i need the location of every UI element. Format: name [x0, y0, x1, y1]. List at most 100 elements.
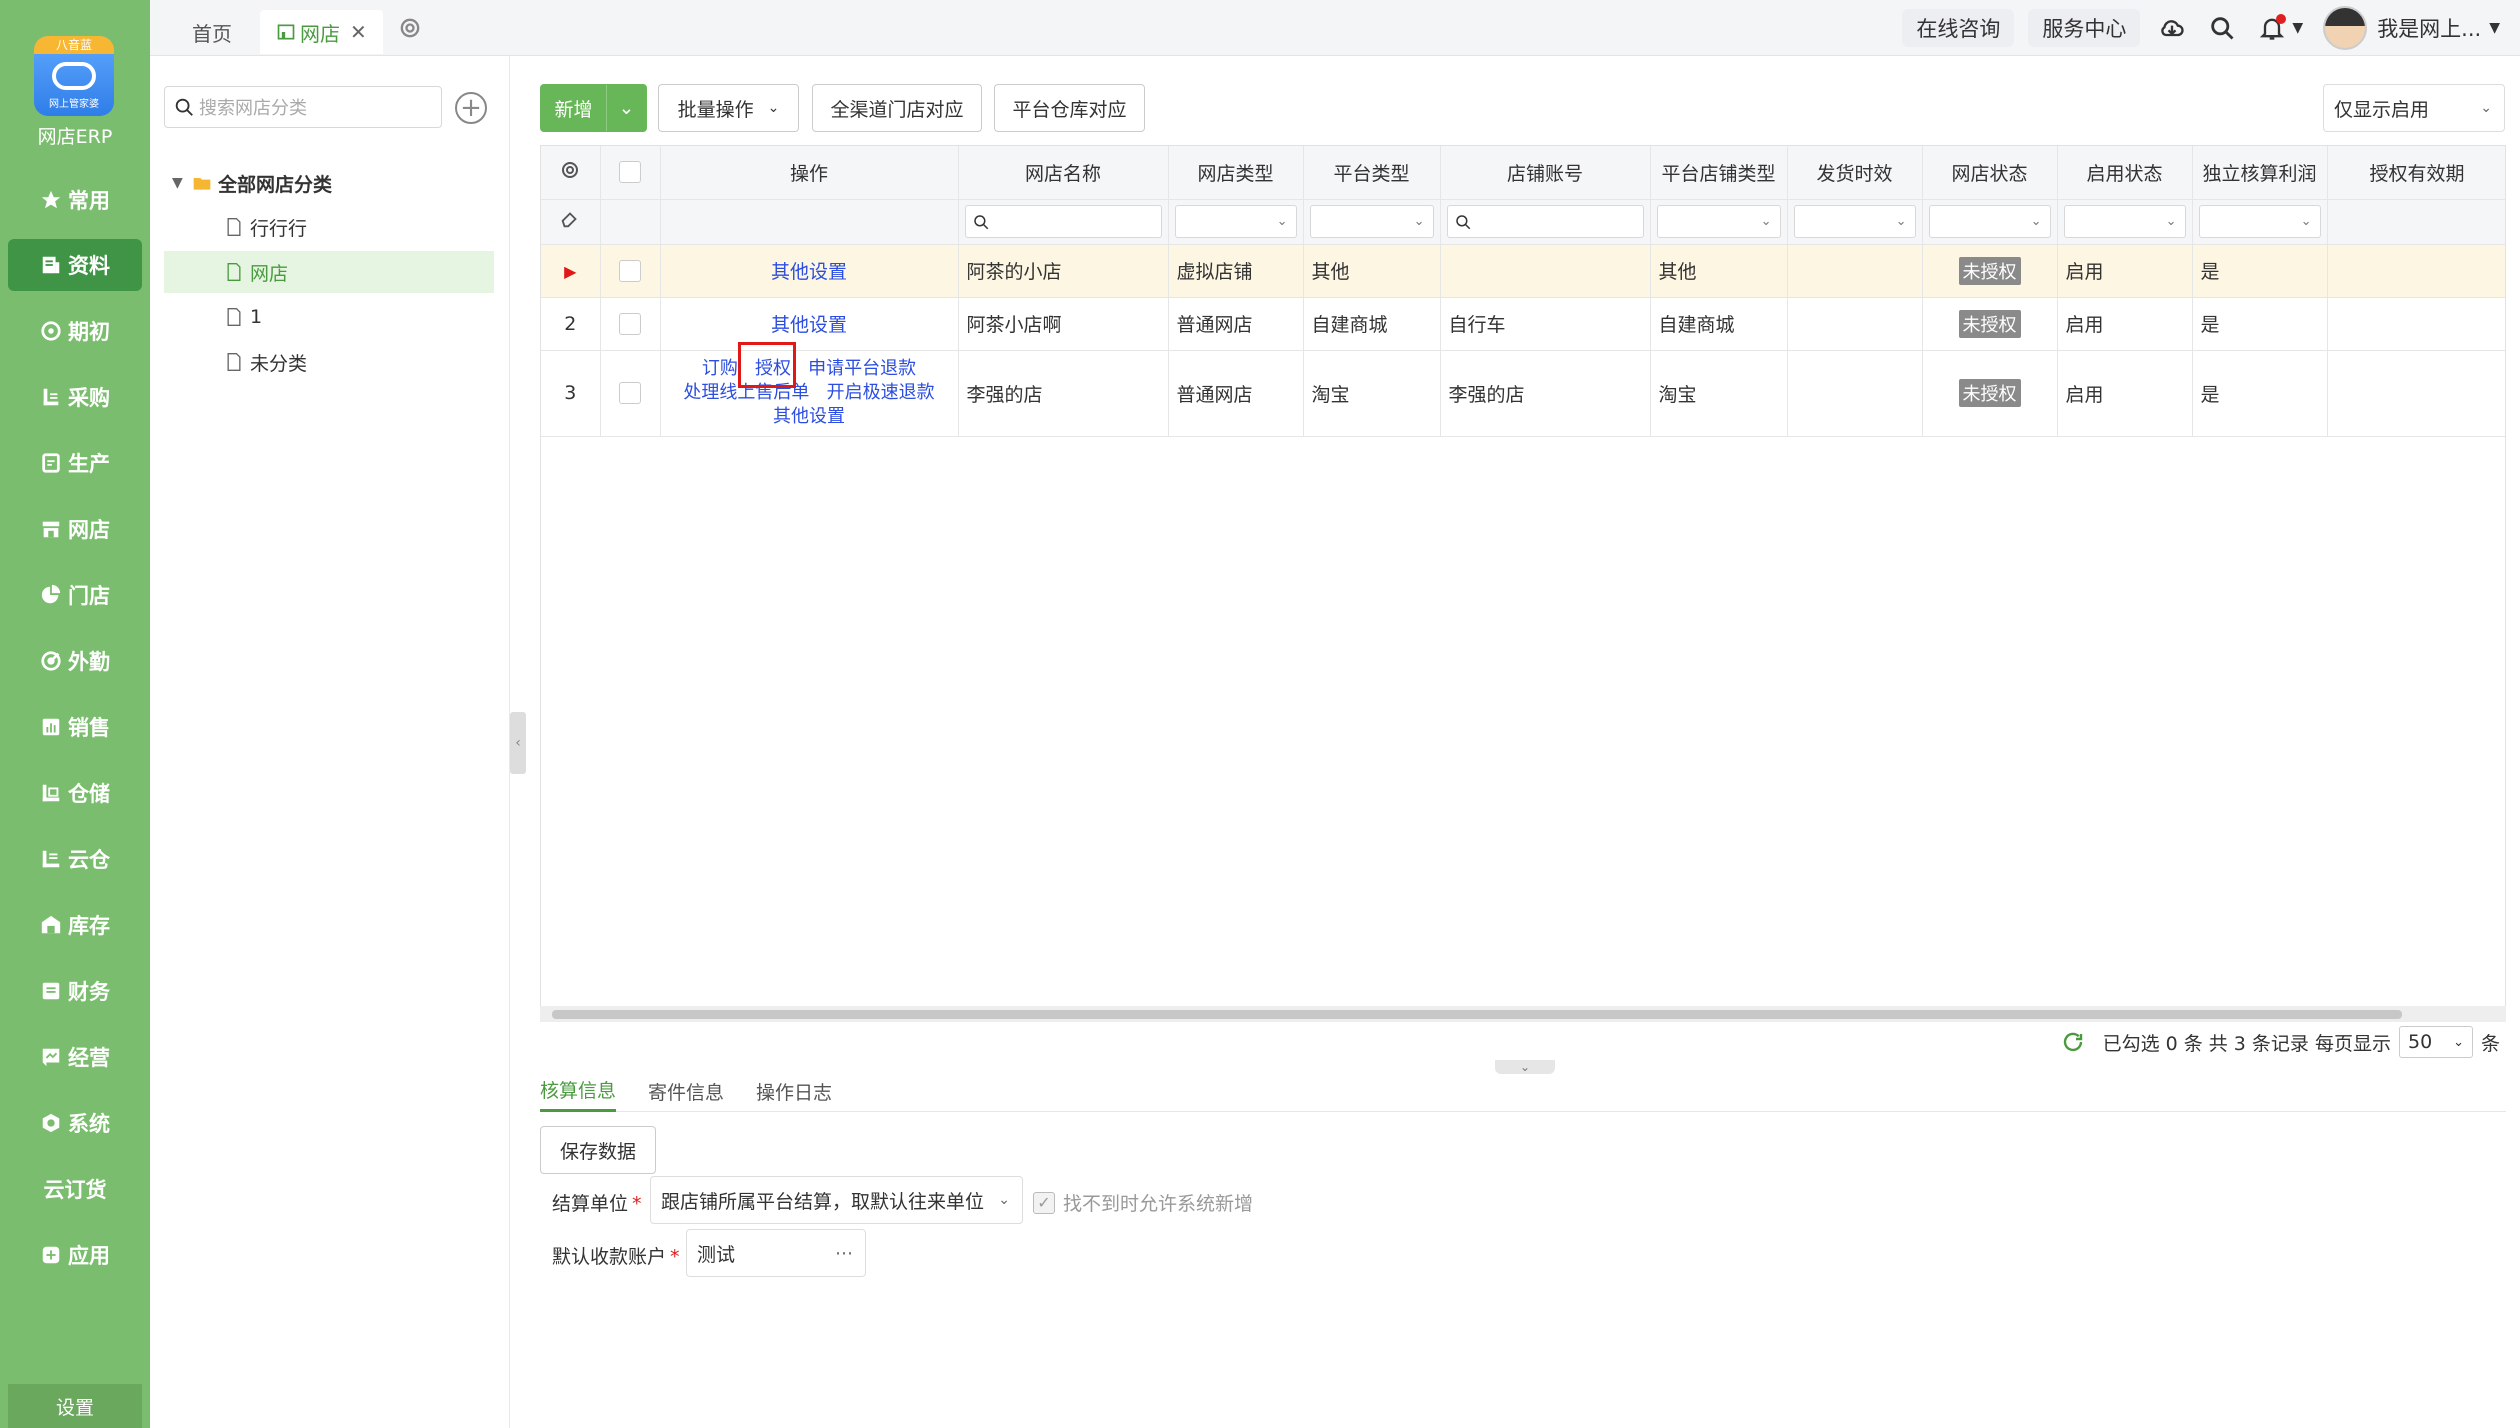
tab-operation-log[interactable]: 操作日志 [756, 1070, 832, 1112]
column-header[interactable]: 平台类型 [1303, 146, 1441, 200]
sidebar-item-system[interactable]: 系统 [8, 1097, 142, 1149]
tree-item[interactable]: 1 [164, 296, 494, 338]
apply-platform-refund-link[interactable]: 申请平台退款 [808, 358, 916, 379]
sidebar-item-apps[interactable]: 应用 [8, 1229, 142, 1281]
other-settings-link[interactable]: 其他设置 [771, 314, 847, 336]
tab-accounting-info[interactable]: 核算信息 [540, 1070, 617, 1112]
search-icon[interactable] [2204, 10, 2240, 46]
more-icon[interactable]: ⋯ [835, 1243, 853, 1264]
column-header[interactable]: 授权有效期 [2327, 146, 2505, 200]
page-size-select[interactable]: 50 ⌄ [2398, 1026, 2473, 1058]
column-settings[interactable] [541, 146, 601, 200]
row-checkbox[interactable] [600, 244, 661, 298]
tab-home[interactable]: 首页 [176, 10, 248, 54]
enabled-filter-select[interactable]: 仅显示启用 ⌄ [2323, 84, 2505, 132]
avatar[interactable] [2323, 6, 2368, 50]
category-search-input[interactable]: 搜索网店分类 [164, 86, 442, 128]
column-header[interactable]: 店铺账号 [1440, 146, 1651, 200]
sidebar-item-data[interactable]: 资料 [8, 239, 142, 291]
gear-icon[interactable] [558, 158, 582, 182]
select-all-checkbox[interactable] [600, 146, 661, 200]
tree-root[interactable]: ▼ 全部网店分类 [172, 162, 492, 204]
column-header[interactable]: 发货时效 [1787, 146, 1923, 200]
default-account-select[interactable]: 测试 ⋯ [686, 1229, 866, 1277]
type-filter-select[interactable]: ⌄ [1168, 199, 1304, 245]
tab-shipping-info[interactable]: 寄件信息 [648, 1070, 724, 1112]
sidebar-item-field[interactable]: 外勤 [8, 635, 142, 687]
caret-down-icon[interactable]: ▼ [172, 175, 186, 191]
bell-icon[interactable] [2254, 10, 2290, 46]
omni-store-map-button[interactable]: 全渠道门店对应 [812, 84, 982, 132]
column-header[interactable]: 平台店铺类型 [1650, 146, 1788, 200]
horizontal-scrollbar[interactable] [540, 1006, 2506, 1022]
row-checkbox[interactable] [600, 297, 661, 351]
save-data-button[interactable]: 保存数据 [540, 1126, 656, 1174]
allow-auto-create-checkbox[interactable]: ✓ 找不到时允许系统新增 [1033, 1189, 1253, 1216]
other-settings-link[interactable]: 其他设置 [771, 261, 847, 283]
settle-unit-select[interactable]: 跟店铺所属平台结算，取默认往来单位 ⌄ [650, 1176, 1023, 1224]
independent-filter-select[interactable]: ⌄ [2192, 199, 2328, 245]
chevron-down-icon[interactable]: ▼ [2489, 20, 2500, 36]
name-filter-input[interactable] [958, 199, 1169, 245]
column-header[interactable]: 网店状态 [1922, 146, 2058, 200]
column-header[interactable]: 独立核算利润 [2192, 146, 2328, 200]
sidebar-item-production[interactable]: 生产 [8, 437, 142, 489]
platform-shop-type-filter-select[interactable]: ⌄ [1650, 199, 1788, 245]
tab-settings-gear-icon[interactable] [392, 10, 428, 46]
sidebar-item-sales[interactable]: 销售 [8, 701, 142, 753]
table-row[interactable]: 2 其他设置 阿茶小店啊 普通网店 自建商城 自行车 自建商城 未授权 启用 是 [541, 297, 2505, 351]
sidebar-item-finance[interactable]: 财务 [8, 965, 142, 1017]
table-row[interactable]: ▶ 其他设置 阿茶的小店 虚拟店铺 其他 其他 未授权 启用 是 [541, 244, 2505, 298]
column-header[interactable]: 网店类型 [1168, 146, 1304, 200]
scrollbar-thumb[interactable] [552, 1010, 2402, 1019]
sidebar-item-inventory[interactable]: 库存 [8, 899, 142, 951]
online-consult-button[interactable]: 在线咨询 [1902, 9, 2015, 47]
sidebar-item-store[interactable]: 门店 [8, 569, 142, 621]
settings-button[interactable]: 设置 [8, 1384, 142, 1428]
tree-item[interactable]: 行行行 [164, 206, 494, 248]
status-filter-select[interactable]: ⌄ [1922, 199, 2058, 245]
tree-item-selected[interactable]: 网店 [164, 251, 494, 293]
batch-operation-button[interactable]: 批量操作 ⌄ [658, 84, 799, 132]
row-checkbox[interactable] [600, 350, 661, 437]
platform-warehouse-map-button[interactable]: 平台仓库对应 [994, 84, 1145, 132]
table-cell: 是 [2192, 244, 2328, 298]
column-header[interactable]: 操作 [660, 146, 959, 200]
authorize-link[interactable]: 授权 [755, 358, 791, 379]
enable-fast-refund-link[interactable]: 开启极速退款 [827, 382, 935, 403]
ship-time-filter-select[interactable]: ⌄ [1787, 199, 1923, 245]
tab-shop[interactable]: 网店 ✕ [260, 10, 383, 54]
sidebar-item-shop[interactable]: 网店 [8, 503, 142, 555]
table-row[interactable]: 3 订购 授权 申请平台退款 处理线上售后单 开启极速退款 其他设置 李强的店 [541, 350, 2505, 437]
handle-aftersale-link[interactable]: 处理线上售后单 [683, 382, 809, 403]
sidebar-item-cloud-order[interactable]: 云订货 [8, 1163, 142, 1215]
enabled-filter-select[interactable]: ⌄ [2057, 199, 2193, 245]
column-header[interactable]: 启用状态 [2057, 146, 2193, 200]
refresh-icon[interactable] [2061, 1030, 2103, 1054]
platform-filter-select[interactable]: ⌄ [1303, 199, 1441, 245]
add-category-button[interactable]: + [455, 92, 487, 124]
sidebar-item-cloud-warehouse[interactable]: 云仓 [8, 833, 142, 885]
chevron-down-icon[interactable]: ⌄ [606, 85, 646, 131]
account-filter-input[interactable] [1440, 199, 1651, 245]
sidebar-item-label: 销售 [68, 716, 110, 740]
settle-unit-value: 跟店铺所属平台结算，取默认往来单位 [661, 1190, 985, 1213]
sidebar-item-purchase[interactable]: 采购 [8, 371, 142, 423]
sidebar-item-business[interactable]: 经营 [8, 1031, 142, 1083]
cloud-download-icon[interactable] [2154, 10, 2190, 46]
panel-collapse-handle[interactable]: ‹ [510, 712, 526, 774]
user-name[interactable]: 我是网上... [2377, 13, 2481, 43]
column-header[interactable]: 网店名称 [958, 146, 1169, 200]
sidebar-item-opening[interactable]: 期初 [8, 305, 142, 357]
subscribe-link[interactable]: 订购 [702, 358, 738, 379]
sidebar-item-warehouse[interactable]: 仓储 [8, 767, 142, 819]
app-logo[interactable]: 八音蓝 网上管家婆 [34, 36, 114, 116]
add-button[interactable]: 新增 ⌄ [540, 84, 647, 132]
close-icon[interactable]: ✕ [350, 20, 367, 44]
chevron-down-icon[interactable]: ▼ [2292, 20, 2303, 36]
other-settings-link[interactable]: 其他设置 [773, 406, 845, 427]
clear-filter-icon[interactable] [541, 199, 601, 245]
service-center-button[interactable]: 服务中心 [2028, 9, 2141, 47]
sidebar-item-common[interactable]: 常用 [8, 174, 142, 226]
tree-item[interactable]: 未分类 [164, 341, 494, 383]
